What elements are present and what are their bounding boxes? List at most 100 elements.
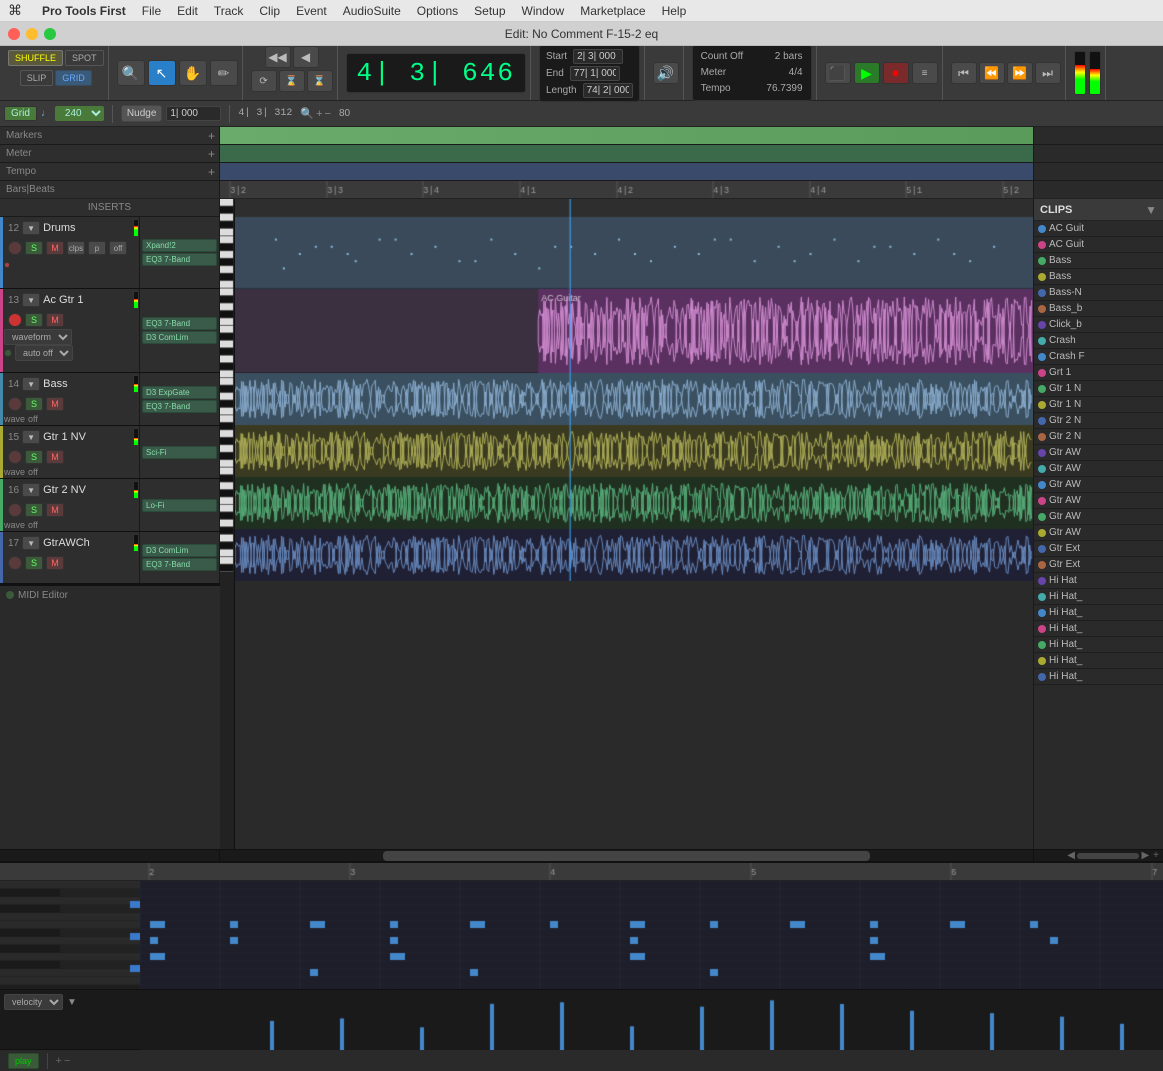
post-roll-btn[interactable]: ⌛ xyxy=(307,70,333,92)
clip-item[interactable]: Gtr 2 N xyxy=(1034,429,1163,445)
track-13-auto[interactable]: auto off xyxy=(15,345,73,361)
clip-item[interactable]: Crash xyxy=(1034,333,1163,349)
rewind-btn[interactable]: ⏮ xyxy=(951,62,977,84)
clip-item[interactable]: Hi Hat_ xyxy=(1034,653,1163,669)
nudge-value[interactable] xyxy=(166,106,221,121)
clip-item[interactable]: Bass_b xyxy=(1034,301,1163,317)
track-15-group[interactable]: ▼ xyxy=(22,430,40,444)
track-13-view[interactable]: waveform xyxy=(4,329,72,345)
stop-button[interactable]: ⬛ xyxy=(825,62,851,84)
track-16-record[interactable] xyxy=(8,503,22,517)
monitor-btn[interactable]: 🔊 xyxy=(653,62,679,84)
prev-btn[interactable]: ⏪ xyxy=(979,62,1005,84)
window-controls[interactable] xyxy=(8,28,56,40)
pencil-tool[interactable]: ✏ xyxy=(210,60,238,86)
apple-menu[interactable]: ⌘ xyxy=(8,2,22,19)
clip-item[interactable]: Hi Hat_ xyxy=(1034,589,1163,605)
track-14-group[interactable]: ▼ xyxy=(22,377,40,391)
menu-audiosuite[interactable]: AudioSuite xyxy=(343,4,401,18)
fastforward-btn[interactable]: ⏭ xyxy=(1035,62,1061,84)
track-14-insert-1[interactable]: D3 ExpGate xyxy=(142,386,217,399)
track-12-mute[interactable]: M xyxy=(46,241,64,255)
track-14-record[interactable] xyxy=(8,397,22,411)
track-17-mute[interactable]: M xyxy=(46,556,64,570)
clips-menu-btn[interactable]: ▼ xyxy=(1145,203,1157,217)
track-13-solo[interactable]: S xyxy=(25,313,43,327)
clip-item[interactable]: Gtr Ext xyxy=(1034,557,1163,573)
track-13-insert-1[interactable]: EQ3 7-Band xyxy=(142,317,217,330)
track-12-insert-2[interactable]: EQ3 7-Band xyxy=(142,253,217,266)
track-13-mute[interactable]: M xyxy=(46,313,64,327)
track-14-insert-2[interactable]: EQ3 7-Band xyxy=(142,400,217,413)
scroll-left-btn[interactable]: ◀ xyxy=(1067,850,1075,861)
hand-tool[interactable]: ✋ xyxy=(179,60,207,86)
clip-item[interactable]: Click_b xyxy=(1034,317,1163,333)
scroll-right-btn[interactable]: ▶ xyxy=(1141,850,1149,861)
track-15-record[interactable] xyxy=(8,450,22,464)
scroll-add-btn[interactable]: + xyxy=(1153,850,1159,861)
menu-options[interactable]: Options xyxy=(417,4,458,18)
menu-track[interactable]: Track xyxy=(214,4,244,18)
midi-editor-area[interactable] xyxy=(140,881,1163,989)
clip-item[interactable]: Gtr 1 N xyxy=(1034,397,1163,413)
grid-button[interactable]: GRID xyxy=(55,70,92,86)
menu-setup[interactable]: Setup xyxy=(474,4,505,18)
maximize-button[interactable] xyxy=(44,28,56,40)
clip-item[interactable]: Gtr Ext xyxy=(1034,541,1163,557)
back-btn[interactable]: ◀◀ xyxy=(265,46,291,68)
pre-roll-btn[interactable]: ⌛ xyxy=(279,70,305,92)
menu-window[interactable]: Window xyxy=(522,4,565,18)
options-button[interactable]: ≡ xyxy=(912,62,938,84)
clip-item[interactable]: AC Guit xyxy=(1034,237,1163,253)
track-17-insert-1[interactable]: D3 ComLim xyxy=(142,544,217,557)
clip-item[interactable]: Grt 1 xyxy=(1034,365,1163,381)
add-meter-btn[interactable]: + xyxy=(208,147,215,161)
menu-file[interactable]: File xyxy=(142,4,161,18)
midi-notes-canvas[interactable] xyxy=(140,881,1163,989)
track-15-insert-1[interactable]: Sci-Fi xyxy=(142,446,217,459)
track-12-solo[interactable]: S xyxy=(25,241,43,255)
shuffle-button[interactable]: SHUFFLE xyxy=(8,50,63,66)
play-button[interactable]: ▶ xyxy=(854,62,880,84)
track-12-p[interactable]: p xyxy=(88,241,106,255)
track-12-off[interactable]: off xyxy=(109,241,127,255)
menu-help[interactable]: Help xyxy=(662,4,687,18)
track-13-record[interactable] xyxy=(8,313,22,327)
spot-button[interactable]: SPOT xyxy=(65,50,104,66)
clip-item[interactable]: Gtr 1 N xyxy=(1034,381,1163,397)
clip-item[interactable]: AC Guit xyxy=(1034,221,1163,237)
horizontal-scrollbar[interactable]: ◀ ▶ + xyxy=(0,849,1163,861)
clip-item[interactable]: Bass xyxy=(1034,253,1163,269)
clip-item[interactable]: Gtr AW xyxy=(1034,445,1163,461)
track-12-group[interactable]: ▼ xyxy=(22,221,40,235)
close-button[interactable] xyxy=(8,28,20,40)
clip-item[interactable]: Hi Hat_ xyxy=(1034,669,1163,685)
add-tempo-btn[interactable]: + xyxy=(208,165,215,179)
next-btn[interactable]: ⏩ xyxy=(1007,62,1033,84)
track-17-group[interactable]: ▼ xyxy=(22,536,40,550)
track-13-group[interactable]: ▼ xyxy=(22,293,40,307)
track-16-group[interactable]: ▼ xyxy=(22,483,40,497)
record-button[interactable]: ⏺ xyxy=(883,62,909,84)
velocity-dropdown-icon[interactable]: ▼ xyxy=(67,997,77,1008)
clip-item[interactable]: Gtr 2 N xyxy=(1034,413,1163,429)
track-lanes-canvas[interactable] xyxy=(235,199,1033,581)
menu-edit[interactable]: Edit xyxy=(177,4,198,18)
clip-item[interactable]: Gtr AW xyxy=(1034,461,1163,477)
menu-event[interactable]: Event xyxy=(296,4,327,18)
forward-btn[interactable]: ◀ xyxy=(293,46,319,68)
nudge-toggle[interactable]: Nudge xyxy=(121,105,162,122)
track-12-arm2[interactable] xyxy=(4,262,10,268)
grid-value-select[interactable]: 240 xyxy=(55,106,104,121)
footer-play-btn[interactable]: play xyxy=(8,1053,39,1069)
track-17-solo[interactable]: S xyxy=(25,556,43,570)
clip-item[interactable]: Gtr AW xyxy=(1034,477,1163,493)
clip-item[interactable]: Bass-N xyxy=(1034,285,1163,301)
clip-item[interactable]: Crash F xyxy=(1034,349,1163,365)
clip-item[interactable]: Gtr AW xyxy=(1034,493,1163,509)
track-16-solo[interactable]: S xyxy=(25,503,43,517)
clip-item[interactable]: Gtr AW xyxy=(1034,525,1163,541)
track-16-insert-1[interactable]: Lo-Fi xyxy=(142,499,217,512)
track-13-insert-2[interactable]: D3 ComLim xyxy=(142,331,217,344)
menu-clip[interactable]: Clip xyxy=(259,4,280,18)
